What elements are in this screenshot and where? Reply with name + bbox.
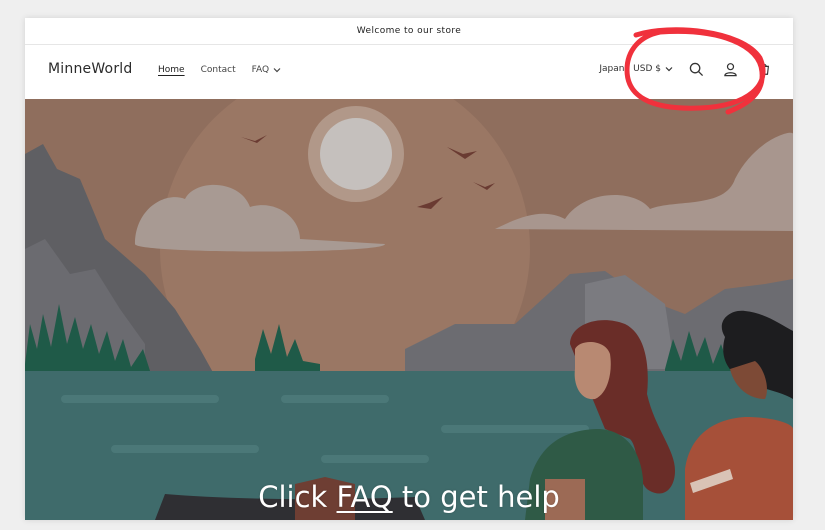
cart-icon [758,63,770,75]
chevron-down-icon [273,68,281,73]
search-icon [689,62,703,76]
country-selector[interactable]: Japan | USD $ [599,64,673,74]
header-icons: Japan | USD $ [599,58,775,80]
store-page: Welcome to our store MinneWorld Home Con… [25,18,793,520]
store-logo[interactable]: MinneWorld [48,61,132,77]
country-selector-label: Japan | USD $ [599,64,661,74]
hero-banner: Click FAQ to get help [25,99,793,520]
chevron-down-icon [665,67,673,72]
hero-caption-suffix: to get help [392,480,560,514]
cart-button[interactable] [753,58,775,80]
hero-caption: Click FAQ to get help [25,480,793,514]
account-button[interactable] [719,58,741,80]
hero-illustration [25,99,793,520]
hero-caption-prefix: Click [258,480,337,514]
site-header: MinneWorld Home Contact FAQ Japan | USD … [25,45,793,99]
announcement-text: Welcome to our store [356,26,462,36]
account-icon [723,62,737,76]
search-button[interactable] [685,58,707,80]
nav-faq-label: FAQ [251,65,270,75]
main-nav: Home Contact FAQ [158,65,281,75]
hero-faq-link[interactable]: FAQ [337,480,393,514]
nav-contact[interactable]: Contact [201,65,236,75]
nav-home[interactable]: Home [158,65,185,75]
nav-faq[interactable]: FAQ [252,65,281,75]
announcement-bar: Welcome to our store [25,18,793,45]
